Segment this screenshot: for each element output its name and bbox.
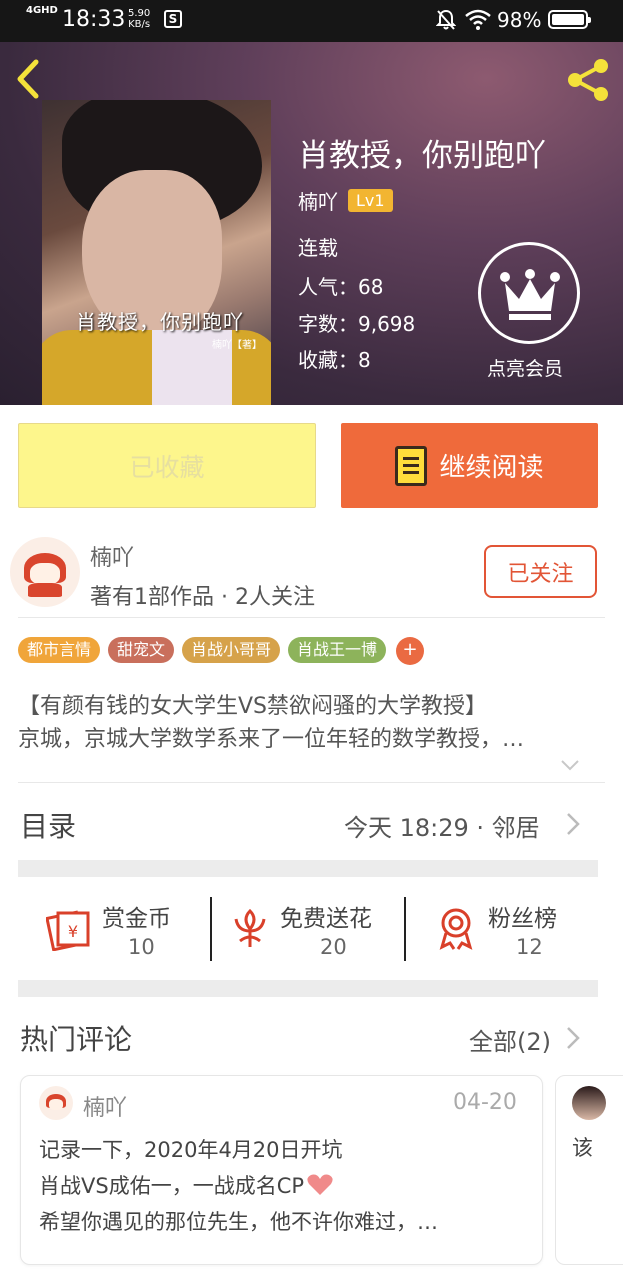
book-icon	[395, 445, 428, 486]
divider	[210, 897, 212, 961]
book-status: 连载	[298, 236, 338, 260]
toc-latest-update[interactable]: 今天 18:29 · 邻居	[344, 808, 540, 843]
section-divider	[18, 980, 598, 997]
avatar[interactable]	[10, 537, 80, 607]
intro-line-1: 【有颜有钱的女大学生VS禁欲闷骚的大学教授】	[18, 694, 488, 719]
divider	[18, 617, 605, 618]
tag[interactable]: 甜宠文	[108, 637, 175, 663]
avatar[interactable]	[572, 1086, 606, 1120]
stats-row: ¥ 赏金币 10 免费送花 20 粉丝榜 12	[18, 893, 598, 965]
wifi-icon	[465, 9, 491, 30]
chevron-down-icon[interactable]	[560, 758, 580, 772]
vip-label[interactable]: 点亮会员	[487, 354, 563, 381]
battery-icon	[548, 10, 591, 29]
follow-button[interactable]: 已关注	[484, 545, 597, 598]
chevron-right-icon[interactable]	[566, 812, 580, 836]
share-icon[interactable]	[563, 56, 615, 104]
battery-percent: 98%	[497, 8, 542, 32]
avatar[interactable]	[39, 1086, 73, 1120]
heart-icon	[307, 1174, 333, 1195]
book-title: 肖教授，你别跑吖	[298, 138, 546, 174]
mute-bell-icon	[436, 9, 456, 30]
word-count: 字数：9,698	[298, 312, 416, 336]
clock: 18:33	[62, 7, 126, 32]
cover-title: 肖教授，你别跑吖	[76, 310, 244, 334]
all-comments-link[interactable]: 全部(2)	[469, 1022, 551, 1057]
book-header: 肖教授，你别跑吖 楠吖【著】 肖教授，你别跑吖 楠吖 Lv1 连载 人气：68 …	[0, 42, 623, 405]
comment-date: 04-20	[453, 1090, 517, 1115]
level-badge: Lv1	[348, 188, 393, 212]
comment-line: 希望你遇见的那位先生，他不许你难过，…	[39, 1210, 438, 1234]
network-speed: 5.90 KB/s	[128, 8, 151, 30]
add-tag-button[interactable]: +	[396, 637, 425, 665]
author-section-name[interactable]: 楠吖	[90, 540, 134, 572]
continue-reading-button[interactable]: 继续阅读	[341, 423, 598, 508]
tag[interactable]: 肖战王一博	[288, 637, 387, 663]
crown-icon	[500, 269, 560, 320]
red-envelope-icon: ¥	[46, 910, 90, 951]
comment-line: 记录一下，2020年4月20日开坑	[39, 1138, 343, 1162]
author-name[interactable]: 楠吖	[298, 186, 338, 215]
tag[interactable]: 肖战小哥哥	[182, 637, 281, 663]
comment-preview: 该	[572, 1136, 593, 1160]
divider	[404, 897, 406, 961]
cover-author: 楠吖【著】	[212, 340, 262, 351]
chevron-right-icon[interactable]	[566, 1026, 580, 1050]
svg-text:¥: ¥	[68, 922, 78, 941]
medal-icon	[439, 908, 473, 950]
author-section-info: 著有1部作品 · 2人关注	[90, 585, 315, 610]
hot-comments-title: 热门评论	[20, 1023, 133, 1056]
section-divider	[18, 860, 598, 877]
favorites-count: 收藏：8	[298, 348, 371, 372]
network-indicator: 4GHD	[26, 5, 58, 16]
book-cover[interactable]: 肖教授，你别跑吖 楠吖【著】	[42, 100, 271, 405]
vip-button[interactable]	[478, 242, 580, 344]
comment-card[interactable]: 楠吖 04-20 记录一下，2020年4月20日开坑 肖战VS成佑一，一战成名C…	[20, 1075, 543, 1265]
free-flowers[interactable]: 免费送花 20	[214, 893, 404, 965]
collected-button[interactable]: 已收藏	[18, 423, 316, 508]
fan-ranking[interactable]: 粉丝榜 12	[408, 893, 598, 965]
divider	[18, 782, 605, 783]
tag[interactable]: 都市言情	[18, 637, 101, 663]
comment-card[interactable]: 该	[555, 1075, 623, 1265]
reward-coins[interactable]: ¥ 赏金币 10	[18, 893, 208, 965]
tag-list: 都市言情 甜宠文 肖战小哥哥 肖战王一博 +	[18, 637, 425, 665]
author-row: 楠吖 Lv1	[298, 186, 393, 215]
comment-line-2: 肖战VS成佑一，一战成名CP	[39, 1170, 334, 1200]
status-bar: 4GHD 18:33 5.90 KB/s S 98%	[0, 0, 623, 42]
author-section: 楠吖 著有1部作品 · 2人关注 已关注	[0, 527, 623, 617]
intro-line-2: 京城，京城大学数学系来了一位年轻的数学教授，…	[18, 727, 525, 752]
continue-reading-label: 继续阅读	[439, 453, 544, 483]
back-icon[interactable]	[8, 56, 48, 102]
flower-icon	[234, 908, 266, 947]
popularity: 人气：68	[298, 275, 384, 299]
toc-label[interactable]: 目录	[20, 805, 76, 845]
app-notification-icon: S	[164, 10, 182, 28]
comment-user: 楠吖	[83, 1096, 128, 1121]
